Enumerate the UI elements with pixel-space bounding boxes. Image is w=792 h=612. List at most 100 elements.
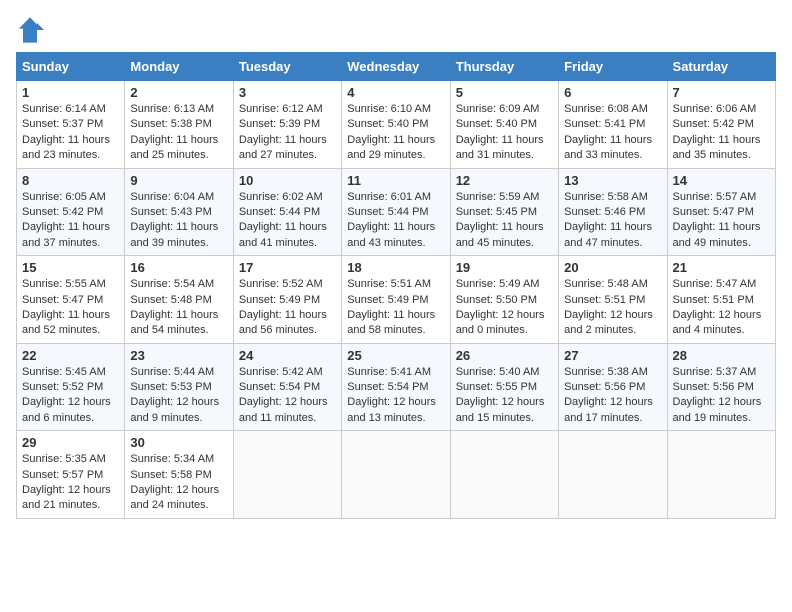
calendar-cell: 26 Sunrise: 5:40 AM Sunset: 5:55 PM Dayl… (450, 343, 558, 431)
sunrise-label: Sunrise: 5:57 AM (673, 191, 757, 203)
sunset-label: Sunset: 5:43 PM (130, 206, 211, 218)
day-number: 23 (130, 348, 227, 363)
daylight-label: Daylight: 12 hours and 21 minutes. (22, 484, 111, 511)
daylight-label: Daylight: 11 hours and 58 minutes. (347, 309, 435, 336)
daylight-label: Daylight: 12 hours and 17 minutes. (564, 396, 653, 423)
daylight-label: Daylight: 11 hours and 41 minutes. (239, 221, 327, 248)
logo (16, 16, 48, 44)
weekday-header: Thursday (450, 53, 558, 81)
daylight-label: Daylight: 12 hours and 24 minutes. (130, 484, 219, 511)
sunrise-label: Sunrise: 5:59 AM (456, 191, 540, 203)
calendar-cell: 11 Sunrise: 6:01 AM Sunset: 5:44 PM Dayl… (342, 168, 450, 256)
sunrise-label: Sunrise: 5:42 AM (239, 366, 323, 378)
day-info: Sunrise: 5:41 AM Sunset: 5:54 PM Dayligh… (347, 365, 444, 427)
sunset-label: Sunset: 5:54 PM (347, 381, 428, 393)
daylight-label: Daylight: 12 hours and 9 minutes. (130, 396, 219, 423)
calendar-cell: 23 Sunrise: 5:44 AM Sunset: 5:53 PM Dayl… (125, 343, 233, 431)
day-info: Sunrise: 5:37 AM Sunset: 5:56 PM Dayligh… (673, 365, 770, 427)
sunset-label: Sunset: 5:47 PM (22, 294, 103, 306)
sunrise-label: Sunrise: 6:12 AM (239, 103, 323, 115)
sunrise-label: Sunrise: 5:48 AM (564, 278, 648, 290)
sunrise-label: Sunrise: 5:34 AM (130, 453, 214, 465)
day-number: 7 (673, 85, 770, 100)
sunrise-label: Sunrise: 5:44 AM (130, 366, 214, 378)
calendar-cell: 8 Sunrise: 6:05 AM Sunset: 5:42 PM Dayli… (17, 168, 125, 256)
sunrise-label: Sunrise: 5:41 AM (347, 366, 431, 378)
sunrise-label: Sunrise: 5:49 AM (456, 278, 540, 290)
day-info: Sunrise: 5:44 AM Sunset: 5:53 PM Dayligh… (130, 365, 227, 427)
day-number: 9 (130, 173, 227, 188)
day-info: Sunrise: 5:38 AM Sunset: 5:56 PM Dayligh… (564, 365, 661, 427)
daylight-label: Daylight: 12 hours and 6 minutes. (22, 396, 111, 423)
daylight-label: Daylight: 11 hours and 31 minutes. (456, 134, 544, 161)
day-info: Sunrise: 6:01 AM Sunset: 5:44 PM Dayligh… (347, 190, 444, 252)
calendar-cell: 16 Sunrise: 5:54 AM Sunset: 5:48 PM Dayl… (125, 256, 233, 344)
calendar-cell: 18 Sunrise: 5:51 AM Sunset: 5:49 PM Dayl… (342, 256, 450, 344)
day-info: Sunrise: 6:08 AM Sunset: 5:41 PM Dayligh… (564, 102, 661, 164)
calendar-cell: 21 Sunrise: 5:47 AM Sunset: 5:51 PM Dayl… (667, 256, 775, 344)
sunset-label: Sunset: 5:47 PM (673, 206, 754, 218)
day-number: 21 (673, 260, 770, 275)
daylight-label: Daylight: 11 hours and 56 minutes. (239, 309, 327, 336)
calendar-cell: 27 Sunrise: 5:38 AM Sunset: 5:56 PM Dayl… (559, 343, 667, 431)
calendar-cell: 7 Sunrise: 6:06 AM Sunset: 5:42 PM Dayli… (667, 81, 775, 169)
day-info: Sunrise: 6:13 AM Sunset: 5:38 PM Dayligh… (130, 102, 227, 164)
day-info: Sunrise: 5:49 AM Sunset: 5:50 PM Dayligh… (456, 277, 553, 339)
calendar-cell: 14 Sunrise: 5:57 AM Sunset: 5:47 PM Dayl… (667, 168, 775, 256)
sunrise-label: Sunrise: 6:02 AM (239, 191, 323, 203)
day-number: 17 (239, 260, 336, 275)
sunset-label: Sunset: 5:55 PM (456, 381, 537, 393)
calendar-cell: 12 Sunrise: 5:59 AM Sunset: 5:45 PM Dayl… (450, 168, 558, 256)
calendar-cell: 1 Sunrise: 6:14 AM Sunset: 5:37 PM Dayli… (17, 81, 125, 169)
daylight-label: Daylight: 11 hours and 35 minutes. (673, 134, 761, 161)
calendar-week-row: 29 Sunrise: 5:35 AM Sunset: 5:57 PM Dayl… (17, 431, 776, 519)
sunrise-label: Sunrise: 6:06 AM (673, 103, 757, 115)
calendar-cell: 30 Sunrise: 5:34 AM Sunset: 5:58 PM Dayl… (125, 431, 233, 519)
calendar-cell: 2 Sunrise: 6:13 AM Sunset: 5:38 PM Dayli… (125, 81, 233, 169)
daylight-label: Daylight: 11 hours and 33 minutes. (564, 134, 652, 161)
day-info: Sunrise: 5:35 AM Sunset: 5:57 PM Dayligh… (22, 452, 119, 514)
calendar-cell: 10 Sunrise: 6:02 AM Sunset: 5:44 PM Dayl… (233, 168, 341, 256)
day-info: Sunrise: 6:09 AM Sunset: 5:40 PM Dayligh… (456, 102, 553, 164)
sunrise-label: Sunrise: 6:01 AM (347, 191, 431, 203)
day-number: 8 (22, 173, 119, 188)
sunset-label: Sunset: 5:37 PM (22, 118, 103, 130)
weekday-header: Wednesday (342, 53, 450, 81)
day-number: 24 (239, 348, 336, 363)
sunset-label: Sunset: 5:46 PM (564, 206, 645, 218)
day-info: Sunrise: 5:55 AM Sunset: 5:47 PM Dayligh… (22, 277, 119, 339)
sunset-label: Sunset: 5:51 PM (564, 294, 645, 306)
day-info: Sunrise: 6:12 AM Sunset: 5:39 PM Dayligh… (239, 102, 336, 164)
sunrise-label: Sunrise: 5:40 AM (456, 366, 540, 378)
calendar-cell: 13 Sunrise: 5:58 AM Sunset: 5:46 PM Dayl… (559, 168, 667, 256)
daylight-label: Daylight: 11 hours and 27 minutes. (239, 134, 327, 161)
weekday-header: Sunday (17, 53, 125, 81)
weekday-header: Tuesday (233, 53, 341, 81)
day-info: Sunrise: 5:34 AM Sunset: 5:58 PM Dayligh… (130, 452, 227, 514)
day-number: 1 (22, 85, 119, 100)
daylight-label: Daylight: 12 hours and 4 minutes. (673, 309, 762, 336)
sunset-label: Sunset: 5:48 PM (130, 294, 211, 306)
day-number: 20 (564, 260, 661, 275)
sunset-label: Sunset: 5:58 PM (130, 469, 211, 481)
sunset-label: Sunset: 5:54 PM (239, 381, 320, 393)
day-info: Sunrise: 5:40 AM Sunset: 5:55 PM Dayligh… (456, 365, 553, 427)
sunrise-label: Sunrise: 5:51 AM (347, 278, 431, 290)
day-info: Sunrise: 6:10 AM Sunset: 5:40 PM Dayligh… (347, 102, 444, 164)
calendar-cell (342, 431, 450, 519)
day-info: Sunrise: 6:06 AM Sunset: 5:42 PM Dayligh… (673, 102, 770, 164)
day-number: 3 (239, 85, 336, 100)
daylight-label: Daylight: 11 hours and 39 minutes. (130, 221, 218, 248)
sunrise-label: Sunrise: 5:47 AM (673, 278, 757, 290)
day-number: 15 (22, 260, 119, 275)
weekday-header: Friday (559, 53, 667, 81)
calendar-cell: 4 Sunrise: 6:10 AM Sunset: 5:40 PM Dayli… (342, 81, 450, 169)
daylight-label: Daylight: 11 hours and 49 minutes. (673, 221, 761, 248)
sunset-label: Sunset: 5:56 PM (673, 381, 754, 393)
calendar-cell (559, 431, 667, 519)
calendar-cell (450, 431, 558, 519)
daylight-label: Daylight: 11 hours and 29 minutes. (347, 134, 435, 161)
sunset-label: Sunset: 5:40 PM (347, 118, 428, 130)
sunset-label: Sunset: 5:53 PM (130, 381, 211, 393)
day-number: 5 (456, 85, 553, 100)
